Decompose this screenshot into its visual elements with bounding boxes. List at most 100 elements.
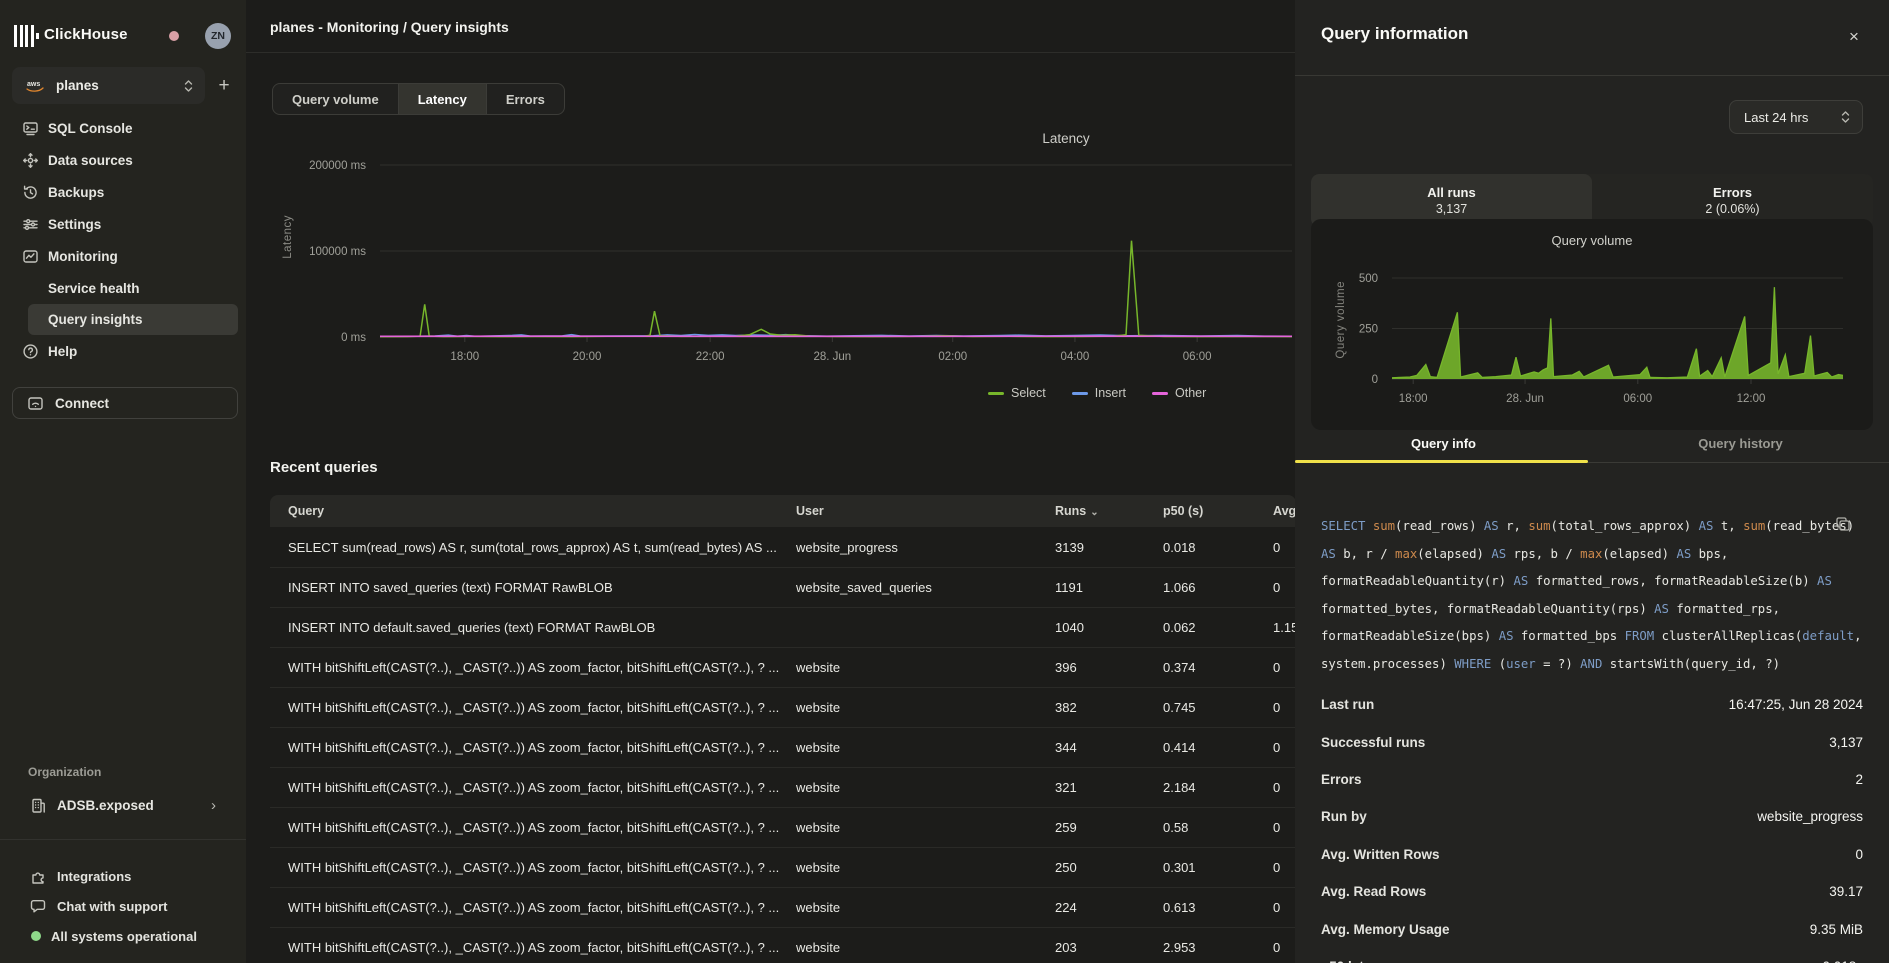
svg-text:22:00: 22:00 bbox=[696, 351, 725, 363]
stat-label: Errors bbox=[1321, 772, 1362, 787]
svg-text:12:00: 12:00 bbox=[1737, 393, 1766, 405]
cell-runs: 203 bbox=[1055, 940, 1163, 955]
cell-avg: 0 bbox=[1273, 900, 1295, 915]
cell-query: WITH bitShiftLeft(CAST(?..), _CAST(?..))… bbox=[270, 860, 796, 875]
table-row[interactable]: WITH bitShiftLeft(CAST(?..), _CAST(?..))… bbox=[270, 807, 1295, 847]
svg-text:500: 500 bbox=[1359, 273, 1378, 285]
cell-avg: 0 bbox=[1273, 540, 1295, 555]
avatar[interactable]: ZN bbox=[205, 23, 231, 49]
organization-icon bbox=[30, 797, 47, 814]
sidebar-item-help[interactable]: Help bbox=[0, 335, 246, 367]
tab-latency[interactable]: Latency bbox=[398, 84, 486, 114]
clickhouse-logo-icon bbox=[14, 25, 39, 47]
cell-p50: 0.374 bbox=[1163, 660, 1273, 675]
connect-button[interactable]: Connect bbox=[12, 387, 238, 419]
table-row[interactable]: WITH bitShiftLeft(CAST(?..), _CAST(?..))… bbox=[270, 767, 1295, 807]
stat-label: Avg. Read Rows bbox=[1321, 884, 1426, 899]
cell-user: website_progress bbox=[796, 540, 1055, 555]
cell-user: website bbox=[796, 860, 1055, 875]
sidebar-item-monitoring[interactable]: Monitoring bbox=[0, 240, 246, 272]
sidebar-header: ClickHouse ZN bbox=[0, 8, 246, 48]
column-header-runs[interactable]: Runs⌄ bbox=[1055, 504, 1163, 518]
cell-avg: 0 bbox=[1273, 820, 1295, 835]
stat-value: website_progress bbox=[1757, 809, 1863, 824]
cell-runs: 259 bbox=[1055, 820, 1163, 835]
table-row[interactable]: WITH bitShiftLeft(CAST(?..), _CAST(?..))… bbox=[270, 727, 1295, 767]
table-row[interactable]: SELECT sum(read_rows) AS r, sum(total_ro… bbox=[270, 527, 1295, 567]
column-header-avg[interactable]: Avg. bbox=[1273, 504, 1295, 518]
add-service-button[interactable]: + bbox=[208, 67, 240, 104]
sidebar-item-system-status[interactable]: All systems operational bbox=[12, 921, 238, 951]
sidebar: ClickHouse ZN aws planes + SQL Console D… bbox=[0, 0, 246, 963]
chat-icon bbox=[30, 898, 47, 915]
sidebar-item-settings[interactable]: Settings bbox=[0, 208, 246, 240]
table-row[interactable]: WITH bitShiftLeft(CAST(?..), _CAST(?..))… bbox=[270, 927, 1295, 963]
table-row[interactable]: WITH bitShiftLeft(CAST(?..), _CAST(?..))… bbox=[270, 847, 1295, 887]
sidebar-item-query-insights[interactable]: Query insights bbox=[28, 304, 238, 335]
table-row[interactable]: WITH bitShiftLeft(CAST(?..), _CAST(?..))… bbox=[270, 887, 1295, 927]
stat-row: p50 latency 0.018s bbox=[1295, 948, 1889, 963]
table-row[interactable]: WITH bitShiftLeft(CAST(?..), _CAST(?..))… bbox=[270, 687, 1295, 727]
tab-query-volume[interactable]: Query volume bbox=[273, 84, 398, 114]
sidebar-item-backups[interactable]: Backups bbox=[0, 176, 246, 208]
copy-icon[interactable] bbox=[1835, 516, 1853, 534]
column-header-query: Query bbox=[270, 504, 796, 518]
cell-query: WITH bitShiftLeft(CAST(?..), _CAST(?..))… bbox=[270, 660, 796, 675]
cell-user: website bbox=[796, 700, 1055, 715]
cell-avg: 0 bbox=[1273, 740, 1295, 755]
brand-name: ClickHouse bbox=[44, 26, 128, 43]
backups-icon bbox=[22, 184, 39, 201]
sidebar-item-service-health[interactable]: Service health bbox=[0, 272, 246, 304]
organization-name: ADSB.exposed bbox=[57, 798, 211, 813]
table-row[interactable]: INSERT INTO default.saved_queries (text)… bbox=[270, 607, 1295, 647]
legend-swatch-icon bbox=[1152, 392, 1168, 395]
cell-p50: 2.184 bbox=[1163, 780, 1273, 795]
cell-avg: 0 bbox=[1273, 580, 1295, 595]
table-row[interactable]: WITH bitShiftLeft(CAST(?..), _CAST(?..))… bbox=[270, 647, 1295, 687]
main-content: planes - Monitoring / Query insights Que… bbox=[246, 0, 1295, 963]
page-title: planes - Monitoring / Query insights bbox=[270, 19, 509, 35]
organization-selector[interactable]: ADSB.exposed › bbox=[12, 790, 238, 820]
chart-view-tabs: Query volume Latency Errors bbox=[272, 83, 565, 115]
sql-console-icon bbox=[22, 120, 39, 137]
stat-label: Avg. Written Rows bbox=[1321, 847, 1440, 862]
svg-text:28. Jun: 28. Jun bbox=[1506, 393, 1544, 405]
cell-p50: 0.414 bbox=[1163, 740, 1273, 755]
column-header-p50[interactable]: p50 (s) bbox=[1163, 504, 1273, 518]
cell-avg: 0 bbox=[1273, 940, 1295, 955]
stat-row: Avg. Read Rows 39.17 bbox=[1295, 873, 1889, 910]
sidebar-item-sql-console[interactable]: SQL Console bbox=[0, 112, 246, 144]
clickhouse-console: ClickHouse ZN aws planes + SQL Console D… bbox=[0, 0, 1889, 963]
table-row[interactable]: INSERT INTO saved_queries (text) FORMAT … bbox=[270, 567, 1295, 607]
service-selector[interactable]: aws planes bbox=[12, 67, 205, 104]
sql-query-text: SELECT sum(read_rows) AS r, sum(total_ro… bbox=[1321, 513, 1866, 678]
chevron-right-icon: › bbox=[211, 797, 216, 814]
svg-text:06:00: 06:00 bbox=[1183, 351, 1212, 363]
close-icon[interactable]: × bbox=[1841, 24, 1867, 50]
sidebar-nav: SQL Console Data sources Backups Setting… bbox=[0, 112, 246, 367]
service-name: planes bbox=[56, 78, 182, 93]
chevron-updown-icon bbox=[1839, 109, 1852, 125]
cell-runs: 321 bbox=[1055, 780, 1163, 795]
cell-avg: 0 bbox=[1273, 660, 1295, 675]
panel-title: Query information bbox=[1321, 24, 1468, 44]
sidebar-item-chat-support[interactable]: Chat with support bbox=[12, 891, 238, 921]
legend-item-select[interactable]: Select bbox=[988, 386, 1046, 400]
legend-item-other[interactable]: Other bbox=[1152, 386, 1206, 400]
stat-label: Run by bbox=[1321, 809, 1367, 824]
tab-query-history[interactable]: Query history bbox=[1592, 436, 1889, 464]
tab-errors[interactable]: Errors bbox=[486, 84, 564, 114]
column-header-user: User bbox=[796, 504, 1055, 518]
cell-avg: 0 bbox=[1273, 780, 1295, 795]
time-range-select[interactable]: Last 24 hrs bbox=[1729, 100, 1863, 134]
stat-label: Avg. Memory Usage bbox=[1321, 922, 1450, 937]
cell-runs: 250 bbox=[1055, 860, 1163, 875]
recent-queries-title: Recent queries bbox=[270, 459, 378, 476]
notification-dot[interactable] bbox=[169, 31, 179, 41]
sidebar-item-data-sources[interactable]: Data sources bbox=[0, 144, 246, 176]
legend-item-insert[interactable]: Insert bbox=[1072, 386, 1126, 400]
stat-row: Avg. Memory Usage 9.35 MiB bbox=[1295, 910, 1889, 947]
sidebar-item-integrations[interactable]: Integrations bbox=[12, 861, 238, 891]
stat-value: 2 bbox=[1855, 772, 1863, 787]
stat-row: Successful runs 3,137 bbox=[1295, 723, 1889, 760]
